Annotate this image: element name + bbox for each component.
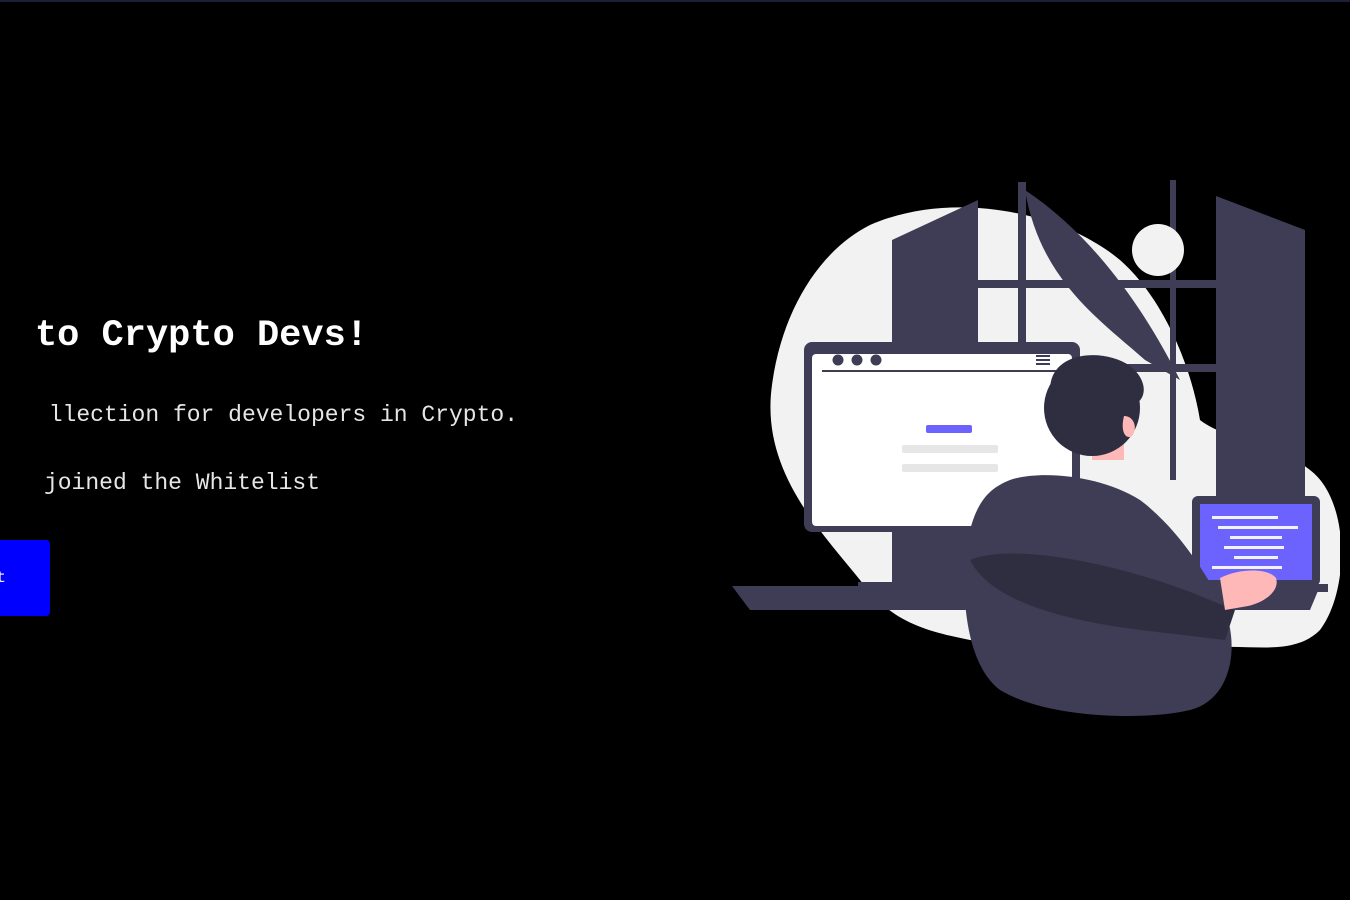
code-line-3 (1230, 536, 1282, 539)
menu-icon-line-2 (1036, 359, 1050, 361)
code-line-6 (1212, 566, 1282, 569)
menu-icon-line-3 (1036, 363, 1050, 365)
monitor-dot-2 (851, 354, 863, 366)
code-line-1 (1212, 516, 1278, 519)
monitor-dot-1 (832, 354, 844, 366)
code-line-5 (1234, 556, 1278, 559)
window-mullion-center (1170, 180, 1176, 480)
page-description: llection for developers in Crypto. (48, 402, 518, 428)
join-whitelist-button[interactable]: t (0, 540, 50, 616)
screen-accent-bar (926, 425, 972, 433)
menu-icon-line-1 (1036, 355, 1050, 357)
monitor-dot-3 (870, 354, 882, 366)
sun (1132, 224, 1184, 276)
code-line-2 (1218, 526, 1298, 529)
code-line-4 (1224, 546, 1284, 549)
hero-section: to Crypto Devs! llection for developers … (0, 0, 700, 900)
browser-divider (822, 370, 1060, 372)
monitor-stand (908, 530, 974, 588)
developer-at-computer-illustration (732, 180, 1340, 716)
page-title: to Crypto Devs! (34, 315, 368, 357)
screen-line-2 (902, 464, 998, 472)
whitelist-count-text: joined the Whitelist (43, 470, 320, 496)
screen-line-1 (902, 445, 998, 453)
